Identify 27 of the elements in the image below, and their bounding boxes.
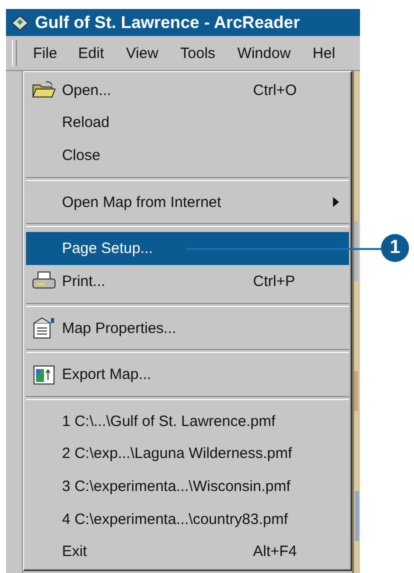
menu-item[interactable]: Open Map from Internet bbox=[26, 186, 350, 218]
window-title: Gulf of St. Lawrence - ArcReader bbox=[6, 9, 360, 36]
menu-item[interactable]: Open... Ctrl+O bbox=[26, 74, 350, 107]
submenu-arrow-icon bbox=[333, 197, 340, 208]
menu-item[interactable]: 4 C:\experimenta...\country83.pmf bbox=[26, 502, 350, 536]
menu-bar-item[interactable]: Hel bbox=[304, 40, 344, 66]
menu-item[interactable]: 3 C:\experimenta...\Wisconsin.pmf bbox=[26, 470, 350, 503]
menu-item[interactable]: Page Setup... bbox=[26, 232, 350, 266]
export-map-icon bbox=[32, 364, 55, 385]
menu-item[interactable]: Export Map... bbox=[26, 358, 350, 391]
menu-bar-item[interactable]: File bbox=[25, 41, 66, 65]
menu-item[interactable]: Print... Ctrl+P bbox=[26, 265, 350, 298]
menu-item[interactable]: 1 C:\...\Gulf of St. Lawrence.pmf bbox=[26, 404, 350, 438]
menu-item[interactable]: 2 C:\exp...\Laguna Wilderness.pmf bbox=[26, 438, 350, 470]
menu-item[interactable]: Reload bbox=[26, 106, 350, 140]
menu-item[interactable]: Close bbox=[26, 139, 350, 172]
app-icon bbox=[10, 14, 30, 32]
properties-icon bbox=[32, 317, 56, 340]
menu-bar-item[interactable]: View bbox=[117, 40, 168, 66]
menu-bar-item[interactable]: Window bbox=[228, 40, 300, 66]
menu-bar-item[interactable]: Tools bbox=[171, 40, 224, 66]
menu-bar-item[interactable]: Edit bbox=[69, 40, 114, 66]
printer-icon bbox=[32, 271, 56, 292]
callout-number: 1 bbox=[381, 234, 409, 262]
folder-icon bbox=[32, 81, 56, 100]
menu-item[interactable]: Exit Alt+F4 bbox=[26, 535, 350, 568]
menu-item[interactable]: Map Properties... bbox=[26, 312, 350, 344]
